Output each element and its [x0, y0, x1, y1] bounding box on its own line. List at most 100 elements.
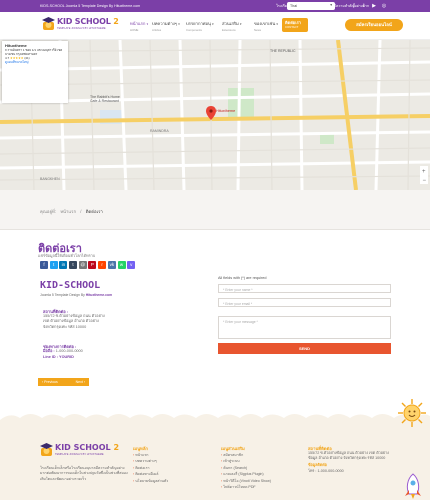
footer-address: 155/72 ซ.ตัวอย่างข้อมูล ถนน ตัวอย่าง เขต…: [308, 451, 398, 474]
top-bar-message: KIDS-SCHOOL Joomla 5 Template Design By …: [40, 4, 141, 8]
nav-extensions-label: ส่วนเสริม: [222, 21, 239, 26]
footer-logo[interactable]: KID SCHOOL 2 TEMPLATE JOOMLA 5 BY HITUXT…: [40, 441, 124, 461]
place-address: ถ.รามอินทรา 1 ซอย 1/1 แขวงอนุสาวรีย์ เขต…: [5, 48, 63, 56]
map-place-card: Hituxtheme ถ.รามอินทรา 1 ซอย 1/1 แขวงอนุ…: [2, 41, 68, 103]
breadcrumb-separator: /: [80, 209, 82, 214]
vk-icon[interactable]: vk: [107, 261, 116, 269]
company-name: KID-SCHOOL: [40, 280, 101, 291]
chevron-down-icon: ▾: [330, 3, 332, 7]
nav-components[interactable]: บรรยากาศอนุ ▾ Components: [186, 20, 214, 32]
tumblr-icon[interactable]: t: [69, 261, 78, 269]
svg-text:+: +: [422, 169, 426, 175]
footer-menu-item[interactable]: แกลเลอรี่ (Sigplus Plugin): [221, 471, 271, 477]
nav-components-sub: Components: [186, 28, 202, 32]
nav-components-label: บรรยากาศอนุ: [186, 21, 211, 26]
instagram-icon[interactable]: ◎: [381, 3, 387, 9]
nav-contact[interactable]: ติดต่อเรา CONTACT: [282, 18, 308, 32]
email-icon[interactable]: @: [78, 261, 87, 269]
address-block: 155/72 ซ.ตัวอย่างข้อมูล ถนน ตัวอย่าง เขต…: [43, 314, 118, 330]
pinterest-icon[interactable]: P: [88, 261, 97, 269]
sun-icon: [398, 399, 426, 427]
svg-text:−: −: [423, 178, 427, 184]
youtube-icon[interactable]: ▶: [371, 3, 377, 9]
viber-icon[interactable]: v: [127, 261, 136, 269]
footer-logo-number: 2: [113, 443, 120, 452]
reddit-icon[interactable]: r: [98, 261, 107, 269]
top-bar: KIDS-SCHOOL Joomla 5 Template Design By …: [0, 0, 430, 12]
company-tagline-site[interactable]: Hituxtheme.com: [86, 293, 112, 297]
name-field[interactable]: * Enter your name *: [218, 284, 391, 293]
footer-logo-name: KID SCHOOL: [55, 443, 111, 452]
nav-contact-sub: CONTACT: [285, 25, 299, 29]
nav-news-sub: News: [254, 28, 261, 32]
chevron-down-icon: ▾: [146, 22, 149, 26]
chevron-down-icon: ▾: [212, 22, 214, 26]
footer-extensions-menu: สมัครสมาชิก เข้าสู่ระบบ ค้นหา (Search) แ…: [221, 452, 271, 490]
map-label: Hituxtheme: [216, 109, 235, 113]
phone-label: มือถือ :: [43, 349, 55, 353]
company-tagline: Joomla 5 Template Design By Hituxtheme.c…: [40, 293, 112, 297]
view-larger-map-link[interactable]: ดูแผนที่ขนาดใหญ่: [5, 60, 65, 64]
site-logo[interactable]: KID SCHOOL 2 TEMPLATE JOOMLA 5 BY HITUXT…: [42, 15, 124, 35]
nav-articles-sub: Articles: [152, 28, 162, 32]
online-register-button[interactable]: สมัครเรียนออนไลน์: [345, 19, 403, 31]
footer-menu-title: เมนูหลัก: [133, 446, 148, 451]
send-button[interactable]: SEND: [218, 343, 391, 354]
footer-phone[interactable]: โทร : 1-000-000-0000: [308, 469, 398, 474]
map-label: BANGKHEN: [40, 177, 60, 181]
linkedin-icon[interactable]: in: [59, 261, 68, 269]
chevron-down-icon: ▾: [276, 22, 278, 26]
previous-button[interactable]: ‹ Previous: [42, 378, 58, 386]
company-tagline-prefix: Joomla 5 Template Design By: [40, 293, 85, 297]
footer-menu-item[interactable]: นโยบายข้อมูลส่วนตัว: [133, 478, 168, 484]
footer-logo-tagline: TEMPLATE JOOMLA 5 BY HITUXTHEME: [55, 453, 104, 456]
next-button[interactable]: Next ›: [76, 378, 85, 386]
breadcrumb: คุณอยู่ที่: หน้าแรก / ติดต่อเรา: [40, 208, 106, 215]
twitter-icon[interactable]: t: [49, 261, 58, 269]
facebook-icon[interactable]: f: [40, 261, 48, 269]
share-buttons: f t in t @ Pr vk w v: [40, 261, 136, 269]
line-label: Line ID :: [43, 354, 58, 359]
twitter-icon[interactable]: t: [361, 3, 367, 9]
chevron-down-icon: ▾: [239, 22, 242, 26]
footer-address-text: 155/72 ซ.ตัวอย่างข้อมูล ถนน ตัวอย่าง เขต…: [308, 451, 389, 461]
required-note: All fields with (*) are required: [218, 276, 267, 280]
nav-extensions[interactable]: ส่วนเสริม ▾ Extensions: [222, 20, 241, 32]
address-line: จังหวัดกรุงเทพ รหัส 10000: [43, 324, 87, 329]
graduation-cap-icon: [42, 17, 55, 30]
footer-menu-item[interactable]: ไฟล์ดาวน์โหลด PDF: [221, 484, 271, 490]
message-field[interactable]: * Enter your message *: [218, 316, 391, 339]
breadcrumb-home[interactable]: หน้าแรก: [60, 209, 76, 214]
logo-tagline: TEMPLATE JOOMLA 5 BY HITUXTHEME: [57, 27, 106, 30]
whatsapp-icon[interactable]: w: [117, 261, 126, 269]
nav-home[interactable]: หน้าแรก ▾ HOME: [130, 20, 148, 32]
nav-news[interactable]: ของเขาเช่น ▾ News: [254, 20, 278, 32]
facebook-icon[interactable]: f: [351, 3, 357, 9]
nav-extensions-sub: Extensions: [222, 28, 236, 32]
footer-description: โรงเรียนเด็กเล็กหรือโรงเรียนอนุบาลมีความ…: [40, 466, 128, 481]
phone-value[interactable]: 1-000-000-0000: [56, 349, 83, 353]
breadcrumb-bar: คุณอยู่ที่: หน้าแรก / ติดต่อเรา: [0, 190, 430, 230]
nav-articles-label: บทความต่างๆ: [152, 21, 178, 26]
breadcrumb-label: คุณอยู่ที่:: [40, 209, 56, 214]
language-value: Thai: [290, 3, 297, 8]
contact-block: มือถือ : 1-000-000-0000 Line ID : YOURID: [43, 349, 83, 361]
footer-extensions-title: เมนูส่วนเสริม: [221, 446, 245, 451]
language-select[interactable]: Thai ▾: [287, 2, 335, 10]
chevron-down-icon: ▾: [178, 22, 180, 26]
map-label: Cafe & Restaurant: [90, 99, 119, 103]
logo-name: KID SCHOOL: [57, 17, 111, 26]
map-label: THE REPUBLIC: [270, 49, 296, 53]
pagination: ‹ Previous Next ›: [38, 378, 89, 386]
nav-news-label: ของเขาเช่น: [254, 21, 276, 26]
nav-home-label: หน้าแรก: [130, 21, 146, 26]
share-label: แชร์ข้อมูลนี้ให้เพื่อนทั่วโลกได้ทราบ: [38, 254, 96, 258]
map-zoom-controls[interactable]: + −: [420, 166, 428, 184]
rocket-icon: [405, 473, 421, 499]
nav-articles[interactable]: บทความต่างๆ ▾ Articles: [152, 20, 180, 32]
nav-home-sub: HOME: [130, 28, 139, 32]
footer-menu: หน้าแรก บทความต่างๆ ติดต่อเรา ติดต่อทางอ…: [133, 452, 168, 484]
line-value[interactable]: YOURID: [59, 355, 74, 359]
email-field[interactable]: * Enter your email *: [218, 298, 391, 307]
logo-number: 2: [113, 17, 119, 26]
